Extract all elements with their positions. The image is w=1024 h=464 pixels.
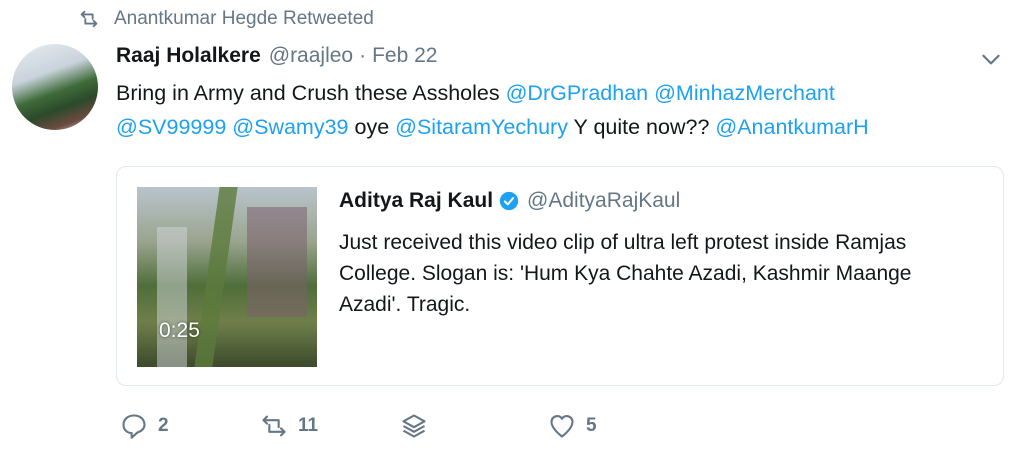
retweet-context-label: Anantkumar Hegde Retweeted <box>114 8 374 29</box>
tweet-text-part: Y quite now?? <box>567 115 716 139</box>
avatar[interactable] <box>12 44 98 130</box>
reply-button[interactable]: 2 <box>120 412 260 440</box>
author-handle[interactable]: @raajleo <box>269 44 353 68</box>
mention-link[interactable]: @AnantkumarH <box>715 115 868 139</box>
author-name[interactable]: Raaj Holalkere <box>116 44 261 68</box>
heart-icon <box>550 415 574 438</box>
tweet-header: Raaj Holalkere @raajleo · Feb 22 <box>116 44 1004 68</box>
tweet-actions: 2 11 5 <box>120 412 597 440</box>
mention-link[interactable]: @SitaramYechury <box>395 115 568 139</box>
mention-link[interactable]: @Swamy39 <box>232 115 348 139</box>
mention-link[interactable]: @DrGPradhan <box>506 81 649 105</box>
tweet-text: Bring in Army and Crush these Assholes @… <box>116 76 996 144</box>
like-count: 5 <box>586 415 597 436</box>
quoted-tweet-header: Aditya Raj Kaul @AdityaRajKaul <box>339 189 680 213</box>
thumbnail-detail <box>157 227 187 367</box>
like-button[interactable]: 5 <box>548 412 597 440</box>
retweet-icon <box>80 10 98 28</box>
reply-icon <box>122 414 146 439</box>
thumbnail-detail <box>194 187 238 367</box>
chevron-down-icon[interactable] <box>978 46 1004 72</box>
quoted-author-handle[interactable]: @AdityaRajKaul <box>527 189 680 213</box>
quoted-tweet-card[interactable]: 0:25 Aditya Raj Kaul @AdityaRajKaul Just… <box>116 166 1004 386</box>
retweet-count: 11 <box>298 415 319 436</box>
quoted-tweet-text: Just received this video clip of ultra l… <box>339 231 912 316</box>
tweet-text-part: Bring in Army and Crush these Assholes <box>116 81 506 105</box>
mention-link[interactable]: @SV99999 <box>116 115 226 139</box>
tweet-text-part: oye <box>348 115 396 139</box>
separator: · <box>359 44 367 67</box>
verified-badge-icon <box>499 191 519 211</box>
share-button[interactable] <box>400 412 548 440</box>
stack-icon <box>402 414 426 438</box>
reply-count: 2 <box>158 415 169 436</box>
thumbnail-detail <box>247 207 307 317</box>
quoted-author-name[interactable]: Aditya Raj Kaul <box>339 189 493 213</box>
video-thumbnail[interactable]: 0:25 <box>137 187 317 367</box>
retweet-context: Anantkumar Hegde Retweeted <box>78 8 374 30</box>
video-duration: 0:25 <box>159 319 200 342</box>
mention-link[interactable]: @MinhazMerchant <box>654 81 835 105</box>
tweet-timestamp[interactable]: Feb 22 <box>372 44 437 68</box>
retweet-icon <box>262 415 286 437</box>
retweet-button[interactable]: 11 <box>260 412 400 440</box>
